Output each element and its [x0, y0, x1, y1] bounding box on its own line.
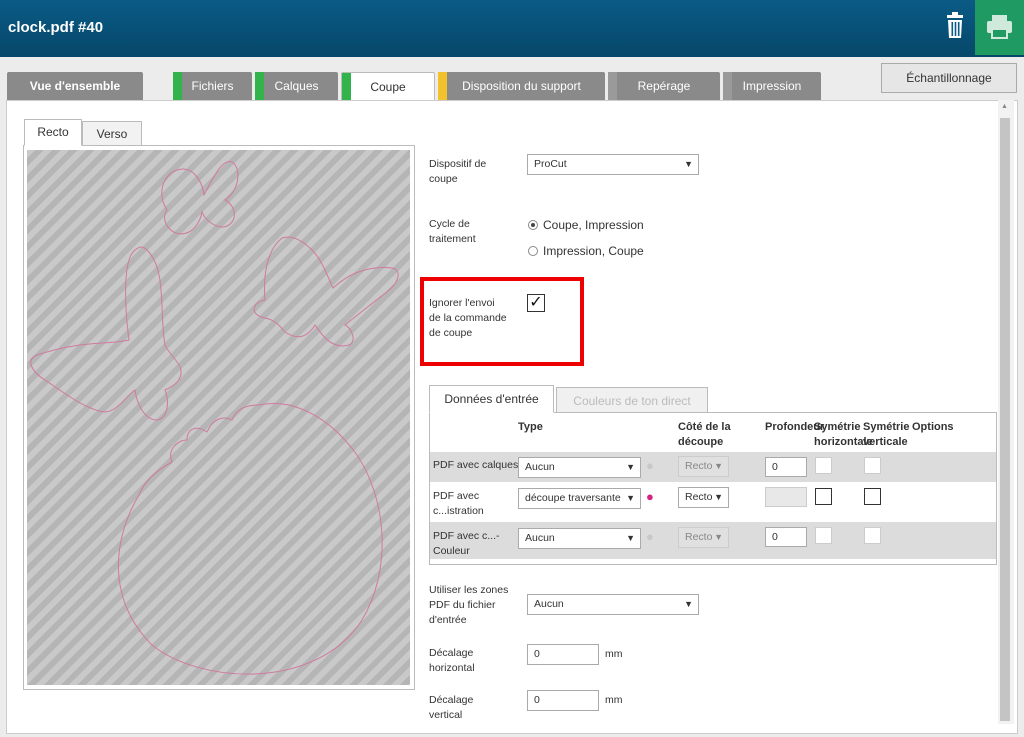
drop-icon: ● — [646, 529, 654, 544]
tab-media-layout[interactable]: Disposition du support — [438, 72, 605, 101]
device-label: Dispositif de coupe — [429, 158, 487, 185]
header-sym-v: Symétrie verticale — [863, 421, 910, 448]
header-side: Côté de la découpe — [678, 421, 731, 448]
tab-layers[interactable]: Calques — [255, 72, 338, 101]
depth-input[interactable]: 0 — [765, 527, 807, 547]
radio-off-icon[interactable] — [528, 246, 538, 256]
cycle-label: Cycle de traitement — [429, 218, 476, 245]
row-name: PDF avec c...-Couleur — [433, 530, 500, 557]
chevron-down-icon: ▼ — [684, 599, 693, 609]
tab-files[interactable]: Fichiers — [173, 72, 252, 101]
main-tabs: Vue d'ensemble Fichiers Calques Coupe Di… — [0, 57, 1024, 102]
side-select[interactable]: Recto ▼ — [678, 487, 729, 508]
header-sym-h: Symétrie horizontale — [814, 421, 873, 448]
scrollbar-thumb[interactable] — [1000, 118, 1010, 721]
drop-icon: ● — [646, 489, 654, 504]
drop-icon: ● — [646, 458, 654, 473]
row-name: PDF avec calques — [433, 459, 519, 471]
tab-verso[interactable]: Verso — [82, 121, 142, 146]
tab-registration[interactable]: Repérage — [608, 72, 720, 101]
sym-v-checkbox[interactable] — [864, 488, 881, 505]
side-select[interactable]: Recto ▼ — [678, 456, 729, 477]
row-name: PDF avec c...istration — [433, 490, 484, 517]
print-button[interactable] — [975, 0, 1024, 55]
trash-icon[interactable] — [936, 8, 974, 44]
chevron-down-icon: ▼ — [626, 462, 635, 472]
header-type: Type — [518, 421, 543, 433]
radio-cut-print[interactable]: Coupe, Impression — [528, 218, 644, 232]
chevron-down-icon: ▼ — [626, 493, 635, 503]
chevron-down-icon: ▼ — [626, 533, 635, 543]
sym-h-checkbox[interactable] — [815, 488, 832, 505]
zones-select[interactable]: Aucun ▼ — [527, 594, 699, 615]
sym-h-checkbox[interactable] — [815, 457, 832, 474]
chevron-down-icon: ▼ — [684, 159, 693, 169]
ignore-cmd-label: Ignorer l'envoi de la commande de coupe — [429, 297, 507, 339]
printer-icon — [987, 15, 1012, 39]
device-select[interactable]: ProCut ▼ — [527, 154, 699, 175]
tab-recto[interactable]: Recto — [24, 119, 82, 146]
depth-input[interactable]: 0 — [765, 457, 807, 477]
scroll-up-icon[interactable]: ▲ — [1001, 103, 1008, 110]
chevron-down-icon: ▼ — [714, 532, 723, 542]
tab-overview[interactable]: Vue d'ensemble — [7, 72, 143, 101]
document-title: clock.pdf #40 — [8, 19, 104, 36]
type-select[interactable]: Aucun ▼ — [518, 457, 641, 478]
offset-v-label: Décalage vertical — [429, 694, 474, 721]
offset-h-label: Décalage horizontal — [429, 647, 475, 674]
sym-h-checkbox[interactable] — [815, 527, 832, 544]
offset-h-unit: mm — [605, 648, 623, 660]
side-select[interactable]: Recto ▼ — [678, 527, 729, 548]
tab-input-data[interactable]: Données d'entrée — [429, 385, 554, 413]
chevron-down-icon: ▼ — [714, 492, 723, 502]
zones-label: Utiliser les zones PDF du fichier d'entr… — [429, 584, 509, 626]
type-select[interactable]: découpe traversante ▼ — [518, 488, 641, 509]
offset-v-input[interactable]: 0 — [527, 690, 599, 711]
offset-v-unit: mm — [605, 694, 623, 706]
cut-preview — [27, 150, 410, 685]
chevron-down-icon: ▼ — [714, 461, 723, 471]
depth-input[interactable] — [765, 487, 807, 507]
tab-cut[interactable]: Coupe — [341, 72, 435, 102]
radio-on-icon[interactable] — [528, 220, 538, 230]
sampling-button[interactable]: Échantillonnage — [881, 63, 1017, 93]
type-select[interactable]: Aucun ▼ — [518, 528, 641, 549]
ignore-cmd-checkbox[interactable]: ✓ — [527, 294, 545, 312]
header-options: Options — [912, 421, 954, 433]
sym-v-checkbox[interactable] — [864, 457, 881, 474]
tab-spot-colors[interactable]: Couleurs de ton direct — [556, 387, 708, 413]
offset-h-input[interactable]: 0 — [527, 644, 599, 665]
app-header: clock.pdf #40 — [0, 0, 1024, 57]
tab-print[interactable]: Impression — [723, 72, 821, 101]
sym-v-checkbox[interactable] — [864, 527, 881, 544]
radio-print-cut[interactable]: Impression, Coupe — [528, 244, 644, 258]
